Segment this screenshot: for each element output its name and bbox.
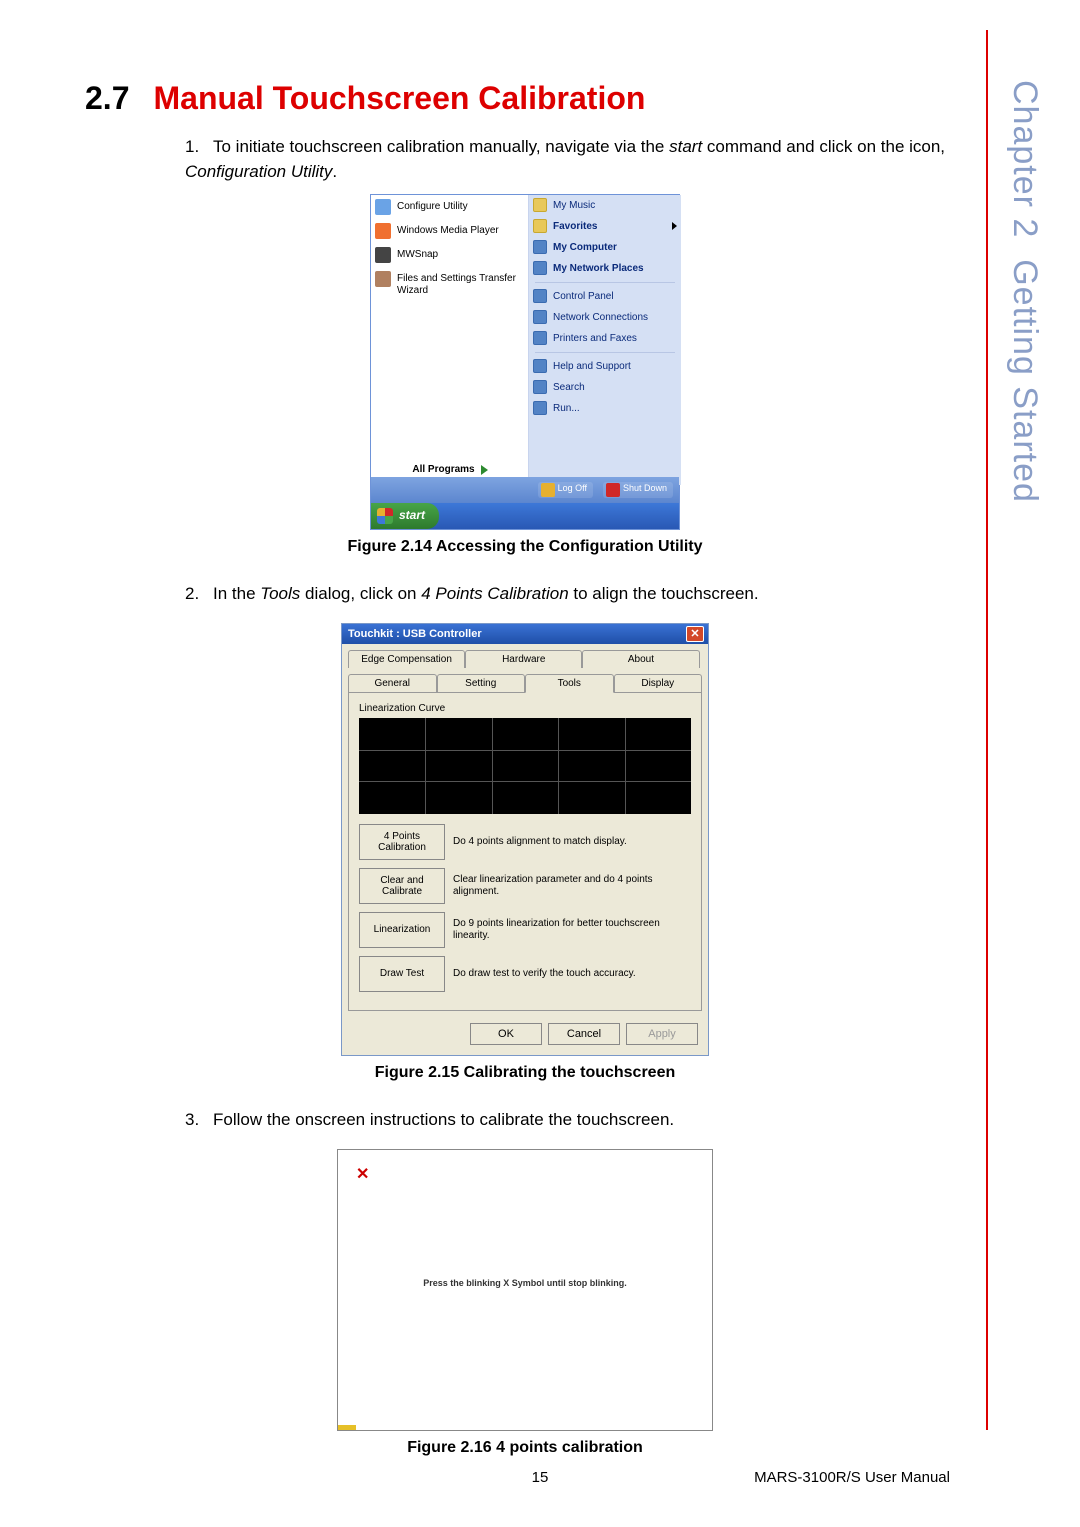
draw-test-desc: Do draw test to verify the touch accurac… (453, 968, 691, 980)
tab-about[interactable]: About (582, 650, 699, 668)
start-item-mwsnap[interactable]: MWSnap (371, 243, 528, 267)
start-item-fst[interactable]: Files and Settings Transfer Wizard (371, 267, 528, 303)
run[interactable]: Run... (529, 398, 681, 419)
figure-3-caption: Figure 2.16 4 points calibration (85, 1439, 965, 1457)
tab-edge[interactable]: Edge Compensation (348, 650, 465, 668)
four-points-button[interactable]: 4 Points Calibration (359, 824, 445, 860)
side-subtitle: Getting Started (1006, 259, 1044, 503)
dialog-buttons: OK Cancel Apply (342, 1017, 708, 1055)
search[interactable]: Search (529, 377, 681, 398)
figure-calibration-screen: ✕ Press the blinking X Symbol until stop… (337, 1149, 713, 1431)
printers-faxes[interactable]: Printers and Faxes (529, 328, 681, 349)
network-connections[interactable]: Network Connections (529, 307, 681, 328)
separator (535, 352, 675, 353)
figure-2-caption: Figure 2.15 Calibrating the touchscreen (85, 1064, 965, 1082)
linearization-label: Linearization Curve (359, 703, 691, 714)
start-item-wmp[interactable]: Windows Media Player (371, 219, 528, 243)
linearization-desc: Do 9 points linearization for better tou… (453, 918, 691, 942)
favorites[interactable]: Favorites (529, 216, 681, 237)
ok-button[interactable]: OK (470, 1023, 542, 1045)
help-support[interactable]: Help and Support (529, 356, 681, 377)
calibration-progress (338, 1425, 356, 1430)
shutdown-button[interactable]: Shut Down (603, 482, 673, 498)
tab-hardware[interactable]: Hardware (465, 650, 582, 668)
tab-display[interactable]: Display (614, 674, 703, 692)
start-button[interactable]: start (371, 503, 439, 529)
star-icon (533, 219, 547, 233)
calibration-x-icon[interactable]: ✕ (356, 1164, 369, 1184)
start-left-col: Configure Utility Windows Media Player M… (371, 195, 529, 485)
draw-test-button[interactable]: Draw Test (359, 956, 445, 992)
tabs-row-1: Edge Compensation Hardware About (342, 644, 708, 668)
section-heading: 2.7 Manual Touchscreen Calibration (85, 80, 965, 117)
clear-calibrate-desc: Clear linearization parameter and do 4 p… (453, 874, 691, 898)
my-music[interactable]: My Music (529, 195, 681, 216)
page-number: 15 (532, 1469, 549, 1486)
manual-name: MARS-3100R/S User Manual (754, 1469, 950, 1486)
chevron-right-icon (672, 222, 677, 230)
gear-icon (375, 199, 391, 215)
netconn-icon (533, 310, 547, 324)
mwsnap-icon (375, 247, 391, 263)
step-1: 1.To initiate touchscreen calibration ma… (185, 135, 965, 184)
run-icon (533, 401, 547, 415)
search-icon (533, 380, 547, 394)
start-right-col: My Music Favorites My Computer My Networ… (529, 195, 681, 485)
computer-icon (533, 240, 547, 254)
wizard-icon (375, 271, 391, 287)
tab-general[interactable]: General (348, 674, 437, 692)
tab-tools[interactable]: Tools (525, 674, 614, 693)
dialog-title: Touchkit : USB Controller (348, 628, 482, 640)
folder-icon (533, 198, 547, 212)
right-rule (986, 30, 988, 1430)
start-item-configure[interactable]: Configure Utility (371, 195, 528, 219)
figure-touchkit-dialog: Touchkit : USB Controller ✕ Edge Compens… (341, 623, 709, 1056)
side-chapter-title: Chapter 2 Getting Started (1005, 80, 1044, 503)
apply-button[interactable]: Apply (626, 1023, 698, 1045)
tab-setting[interactable]: Setting (437, 674, 526, 692)
step-3: 3.Follow the onscreen instructions to ca… (185, 1108, 965, 1133)
my-network[interactable]: My Network Places (529, 258, 681, 279)
cancel-button[interactable]: Cancel (548, 1023, 620, 1045)
clear-calibrate-button[interactable]: Clear and Calibrate (359, 868, 445, 904)
tools-panel: Linearization Curve 4 Points Calibration… (348, 692, 702, 1011)
page-content: 2.7 Manual Touchscreen Calibration 1.To i… (85, 80, 965, 1483)
network-icon (533, 261, 547, 275)
control-panel[interactable]: Control Panel (529, 286, 681, 307)
linearization-grid (359, 718, 691, 814)
my-computer[interactable]: My Computer (529, 237, 681, 258)
control-panel-icon (533, 289, 547, 303)
calibration-message: Press the blinking X Symbol until stop b… (338, 1278, 712, 1288)
start-bottom-bar: Log Off Shut Down (371, 477, 679, 503)
logoff-button[interactable]: Log Off (538, 482, 593, 498)
section-title: Manual Touchscreen Calibration (153, 80, 645, 116)
help-icon (533, 359, 547, 373)
side-chapter: Chapter 2 (1006, 80, 1044, 238)
printer-icon (533, 331, 547, 345)
tabs-row-2: General Setting Tools Display (342, 668, 708, 692)
four-points-desc: Do 4 points alignment to match display. (453, 836, 691, 848)
separator (535, 282, 675, 283)
step-2: 2.In the Tools dialog, click on 4 Points… (185, 582, 965, 607)
taskbar: start (371, 503, 679, 529)
figure-start-menu: Configure Utility Windows Media Player M… (370, 194, 680, 530)
dialog-titlebar: Touchkit : USB Controller ✕ (342, 624, 708, 644)
section-number: 2.7 (85, 80, 129, 116)
figure-1-caption: Figure 2.14 Accessing the Configuration … (85, 538, 965, 556)
wmp-icon (375, 223, 391, 239)
linearization-button[interactable]: Linearization (359, 912, 445, 948)
close-button[interactable]: ✕ (686, 626, 704, 642)
